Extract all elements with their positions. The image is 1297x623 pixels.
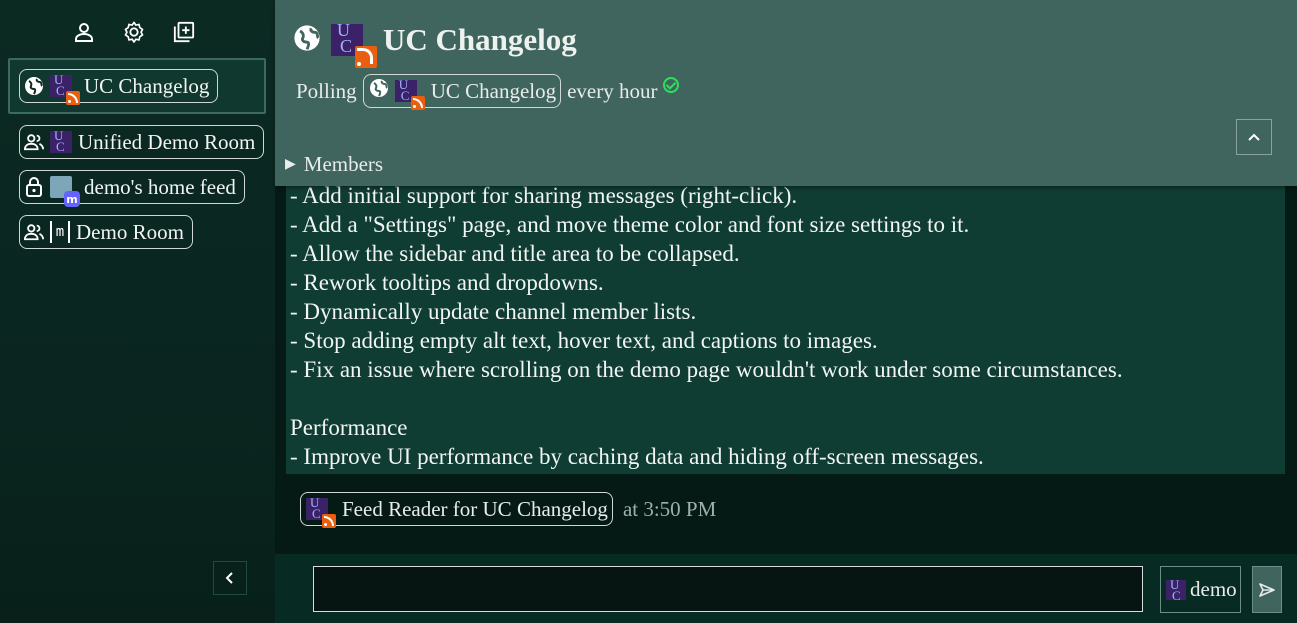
message-line [290, 384, 1281, 413]
triangle-right-icon: ▶ [285, 157, 296, 172]
uc-rss-avatar: UC [306, 495, 336, 528]
feed-chip-label: UC Changelog [430, 78, 557, 103]
author-chip[interactable]: UC Feed Reader for UC Changelog [300, 492, 613, 528]
message-line: - Rework tooltips and dropdowns. [290, 270, 604, 295]
check-circle-icon [663, 77, 680, 93]
group-icon [24, 132, 44, 152]
mastodon-icon: m [64, 191, 80, 207]
uc-rss-avatar: UC [50, 72, 80, 105]
room-list: UC UC Changelog UC Unified Demo Room m d… [8, 58, 266, 260]
message-line: - Dynamically update channel member list… [290, 299, 697, 324]
uc-rss-avatar: UC [394, 77, 425, 110]
send-button[interactable] [1252, 566, 1282, 613]
message-time: at 3:50 PM [622, 496, 717, 521]
group-icon [24, 222, 44, 242]
uc-avatar: UC [1166, 577, 1186, 603]
matrix-icon: m [50, 221, 70, 243]
add-room-icon[interactable] [172, 20, 196, 44]
sidebar-item-label: demo's home feed [84, 174, 236, 199]
polling-suffix: every hour [567, 78, 658, 103]
message-line: - Improve UI performance by caching data… [290, 444, 984, 469]
sidebar-item-demo-room[interactable]: m Demo Room [19, 215, 193, 249]
person-icon[interactable] [72, 20, 96, 44]
globe-icon [24, 76, 44, 96]
mastodon-avatar: m [50, 176, 80, 207]
sidebar-item-label: UC Changelog [84, 73, 210, 98]
send-icon [1259, 582, 1275, 597]
room-header: UC UC Changelog Polling UC UC Changelog … [275, 0, 1297, 186]
rss-icon [410, 96, 425, 110]
message-line: - Stop adding empty alt text, hover text… [290, 328, 878, 353]
collapse-sidebar-button[interactable] [213, 561, 247, 595]
message-body: - Add initial support for sharing messag… [286, 180, 1285, 474]
identity-label: demo [1190, 577, 1237, 601]
rss-icon [66, 91, 80, 105]
feed-chip[interactable]: UC UC Changelog [362, 74, 562, 110]
sidebar-item-unified-demo-room[interactable]: UC Unified Demo Room [19, 125, 265, 159]
sidebar-toolbar [72, 20, 196, 44]
identity-selector[interactable]: UC demo [1160, 566, 1241, 613]
sidebar-item-uc-changelog[interactable]: UC UC Changelog [19, 69, 219, 105]
message-line: - Add a "Settings" page, and move theme … [290, 212, 970, 237]
polling-status: Polling UC UC Changelog every hour [296, 74, 680, 110]
uc-avatar: UC [50, 128, 72, 154]
lock-icon [24, 177, 44, 197]
globe-icon [369, 78, 389, 104]
collapse-header-button[interactable] [1236, 119, 1272, 155]
uc-rss-avatar: UC [331, 20, 377, 68]
rss-icon [322, 514, 336, 528]
message-input[interactable] [313, 566, 1143, 612]
room-wrapper-selected: UC UC Changelog [8, 58, 266, 114]
message-line: Performance [290, 415, 408, 440]
room-wrapper: m Demo Room [8, 215, 266, 260]
sidebar-item-label: Unified Demo Room [78, 129, 256, 154]
chevron-left-icon [225, 572, 233, 584]
polling-prefix: Polling [296, 78, 357, 103]
message-line: - Allow the sidebar and title area to be… [290, 241, 740, 266]
gear-icon[interactable] [122, 20, 146, 44]
title-row: UC UC Changelog [293, 20, 577, 68]
room-wrapper: m demo's home feed [8, 170, 266, 215]
main-panel: UC UC Changelog Polling UC UC Changelog … [275, 0, 1297, 623]
page-title: UC Changelog [383, 22, 577, 57]
author-label: Feed Reader for UC Changelog [342, 496, 608, 521]
message-meta: UC Feed Reader for UC Changelog at 3:50 … [300, 492, 717, 528]
globe-icon [293, 24, 321, 57]
sidebar-item-label: Demo Room [76, 219, 184, 244]
message-line: - Fix an issue where scrolling on the de… [290, 357, 1123, 382]
members-label: Members [303, 152, 384, 176]
room-wrapper: UC Unified Demo Room [8, 114, 266, 170]
sidebar: UC UC Changelog UC Unified Demo Room m d… [0, 0, 275, 623]
chevron-up-icon [1248, 133, 1260, 141]
sidebar-item-demos-home-feed[interactable]: m demo's home feed [19, 170, 245, 207]
rss-icon [355, 46, 377, 68]
members-toggle[interactable]: ▶ Members [285, 152, 383, 177]
composer: UC demo [275, 554, 1297, 623]
